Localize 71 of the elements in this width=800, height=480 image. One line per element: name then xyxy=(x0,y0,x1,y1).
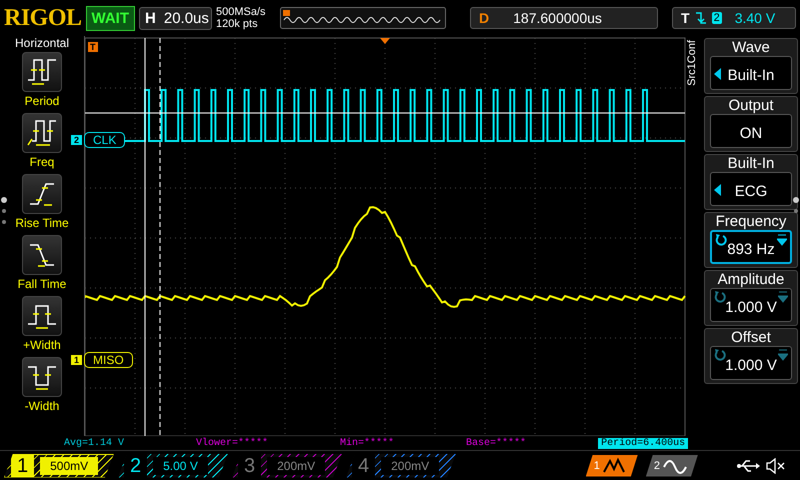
rotate-icon xyxy=(715,234,727,246)
page-dots-icon xyxy=(792,196,800,216)
option-title: Built-In xyxy=(728,155,774,172)
channel-scale: 500mV xyxy=(40,456,98,474)
channel-marker[interactable]: 1 xyxy=(71,355,82,365)
menu-title: Src1Conf xyxy=(686,40,699,86)
menu-title: Horizontal xyxy=(14,36,70,50)
channel-number: 4 xyxy=(352,454,376,478)
falling-edge-icon xyxy=(694,11,707,25)
option-value-box[interactable]: 1.000 V xyxy=(710,346,792,380)
trigger-label: T xyxy=(681,10,690,26)
option-title: Amplitude xyxy=(718,271,784,288)
trigger-box[interactable]: T 2 3.40 V xyxy=(672,7,796,29)
usb-icon xyxy=(736,458,760,472)
option-value-box[interactable]: ON xyxy=(710,114,792,148)
option-title: Frequency xyxy=(716,213,786,230)
rotate-icon xyxy=(714,349,726,361)
brand-logo: RIGOL xyxy=(4,4,82,32)
option-value: ON xyxy=(740,124,762,142)
delay-box[interactable]: D 187.600000us xyxy=(470,7,658,29)
press-icon xyxy=(778,349,788,361)
option-value: ECG xyxy=(734,182,768,200)
channel-number: 3 xyxy=(238,454,262,478)
channel-marker[interactable]: 2 xyxy=(71,135,82,145)
delay-value: 187.600000us xyxy=(513,10,602,26)
channel-scale: 5.00 V xyxy=(153,456,208,474)
left-arrow-icon xyxy=(714,68,721,80)
option-value-box[interactable]: Built-In xyxy=(710,56,792,90)
channel-number: 2 xyxy=(124,454,148,478)
sample-rate: 500MSa/s xyxy=(216,6,267,18)
option-value: 893 Hz xyxy=(727,240,775,258)
measurement-readout: Base=***** xyxy=(466,438,526,448)
measurement-readout: Period=6.400us xyxy=(598,438,688,448)
trigger-marker: T xyxy=(88,42,98,52)
left-arrow-icon xyxy=(714,184,721,196)
channel-scale: 200mV xyxy=(267,456,326,474)
press-icon xyxy=(777,234,787,246)
channel-label: CLK xyxy=(84,132,126,148)
measurement-readout: Avg=1.14 V xyxy=(64,438,124,448)
rotate-icon xyxy=(714,291,726,303)
option-value: Built-In xyxy=(728,66,774,84)
channel-tab[interactable]: 2 5.00 V xyxy=(118,454,228,478)
channel-scale: 200mV xyxy=(381,456,440,474)
channel-tab[interactable]: 1 500mV xyxy=(4,454,114,478)
channel-number: 1 xyxy=(11,454,34,478)
timebase-label: H xyxy=(145,10,156,26)
option-value-box[interactable]: 893 Hz xyxy=(710,230,792,264)
option-title: Output xyxy=(728,97,774,114)
timebase-box[interactable]: H 20.0us xyxy=(139,6,212,30)
option-value: 1.000 V xyxy=(725,356,777,374)
option-value-box[interactable]: 1.000 V xyxy=(710,288,792,322)
measurement-readout: Min=***** xyxy=(340,438,394,448)
trigger-position-icon xyxy=(380,38,390,44)
channel-tab[interactable]: 4 200mV xyxy=(346,454,456,478)
channel-tab[interactable]: 3 200mV xyxy=(232,454,342,478)
memory-depth: 120k pts xyxy=(216,18,259,30)
option-title: Offset xyxy=(731,329,771,346)
trigger-source: 2 xyxy=(712,12,722,24)
delay-label: D xyxy=(479,10,490,26)
timebase-value: 20.0us xyxy=(164,10,209,26)
option-value: 1.000 V xyxy=(725,298,777,316)
option-title: Wave xyxy=(732,39,770,56)
trigger-level: 3.40 V xyxy=(734,10,776,26)
measurement-readout: Vlower=***** xyxy=(196,438,268,448)
generator-button[interactable]: 2 xyxy=(646,454,698,476)
channel-label: MISO xyxy=(84,352,133,368)
page-dots-icon xyxy=(0,196,8,226)
press-icon xyxy=(778,291,788,303)
run-status: WAIT xyxy=(86,6,136,30)
mute-icon xyxy=(766,458,786,474)
option-value-box[interactable]: ECG xyxy=(710,172,792,206)
